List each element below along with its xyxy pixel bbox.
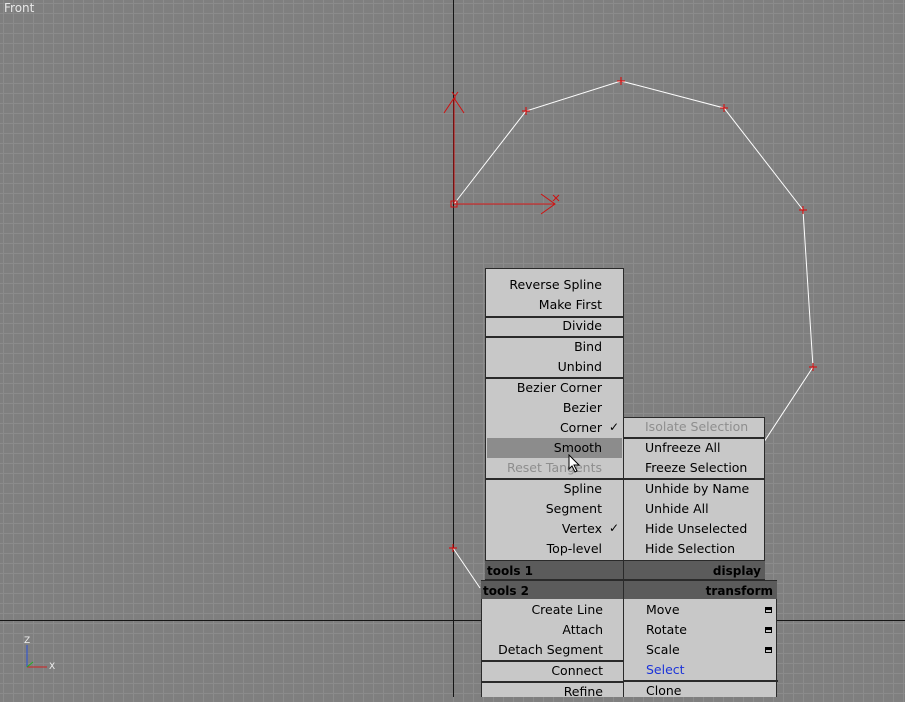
menu-item-select[interactable]: Select	[646, 660, 756, 680]
menu-item-bezier[interactable]: Bezier	[485, 398, 602, 418]
menu-item-connect[interactable]: Connect	[482, 661, 603, 681]
menu-item-freeze-selection[interactable]: Freeze Selection	[645, 458, 763, 478]
axis-tripod: Z X	[24, 636, 55, 672]
menu-item-segment[interactable]: Segment	[485, 499, 602, 519]
menu-item-make-first[interactable]: Make First	[485, 295, 602, 315]
settings-box-icon[interactable]	[765, 627, 772, 633]
quad-title-transform[interactable]: transform	[623, 580, 777, 600]
gizmo-y-label-b	[454, 91, 459, 97]
checkmark-icon: ✓	[609, 521, 620, 535]
menu-item-rotate[interactable]: Rotate	[646, 620, 756, 640]
tripod-y-axis	[26, 661, 34, 668]
menu-item-hide-unselected[interactable]: Hide Unselected	[645, 519, 763, 539]
menu-item-attach[interactable]: Attach	[482, 620, 603, 640]
quad-display: Isolate Selection Unfreeze All Freeze Se…	[623, 417, 765, 581]
quad-transform: Move Rotate Scale Select Clone	[623, 599, 778, 698]
vertex-marker	[617, 77, 625, 85]
settings-box-icon[interactable]	[765, 647, 772, 653]
settings-box-icon[interactable]	[765, 607, 772, 613]
vertex-marker	[449, 544, 457, 552]
menu-item-unhide-by-name[interactable]: Unhide by Name	[645, 479, 763, 499]
menu-item-clone[interactable]: Clone	[646, 681, 756, 701]
menu-item-smooth[interactable]: Smooth	[487, 438, 622, 458]
quad-tools2: Create Line Attach Detach Segment Connec…	[481, 599, 625, 699]
transform-gizmo[interactable]	[443, 91, 560, 215]
menu-item-move[interactable]: Move	[646, 600, 756, 620]
menu-item-unfreeze-all[interactable]: Unfreeze All	[645, 438, 763, 458]
spline-path-lower	[452, 547, 481, 589]
menu-item-corner[interactable]: Corner	[485, 418, 602, 438]
mouse-cursor-icon	[568, 454, 581, 473]
menu-item-isolate-selection[interactable]: Isolate Selection	[645, 417, 763, 437]
menu-item-bind[interactable]: Bind	[485, 337, 602, 357]
quad-title-tools2[interactable]: tools 2	[481, 580, 624, 600]
menu-item-vertex[interactable]: Vertex	[485, 519, 602, 539]
menu-item-bezier-corner[interactable]: Bezier Corner	[485, 378, 602, 398]
gizmo-y-label-a	[451, 91, 456, 97]
menu-item-scale[interactable]: Scale	[646, 640, 756, 660]
quad-title-display[interactable]: display	[623, 560, 765, 580]
quad-title-tools1[interactable]: tools 1	[485, 560, 624, 580]
menu-item-unhide-all[interactable]: Unhide All	[645, 499, 763, 519]
menu-item-unbind[interactable]: Unbind	[485, 357, 602, 377]
vertex-marker	[809, 363, 817, 371]
menu-item-refine[interactable]: Refine	[482, 682, 603, 702]
menu-item-top-level[interactable]: Top-level	[485, 539, 602, 559]
menu-item-create-line[interactable]: Create Line	[482, 600, 603, 620]
menu-item-spline[interactable]: Spline	[485, 479, 602, 499]
checkmark-icon: ✓	[609, 420, 620, 434]
menu-item-reverse-spline[interactable]: Reverse Spline	[485, 275, 602, 295]
quad-tools1: Reverse Spline Make First Divide Bind Un…	[485, 268, 624, 581]
menu-item-detach-segment[interactable]: Detach Segment	[482, 640, 603, 660]
tripod-x-label: X	[49, 662, 55, 672]
menu-item-reset-tangents[interactable]: Reset Tangents	[485, 458, 602, 478]
menu-item-divide[interactable]: Divide	[485, 316, 602, 336]
menu-item-hide-selection[interactable]: Hide Selection	[645, 539, 763, 559]
tripod-z-label: Z	[24, 636, 30, 646]
